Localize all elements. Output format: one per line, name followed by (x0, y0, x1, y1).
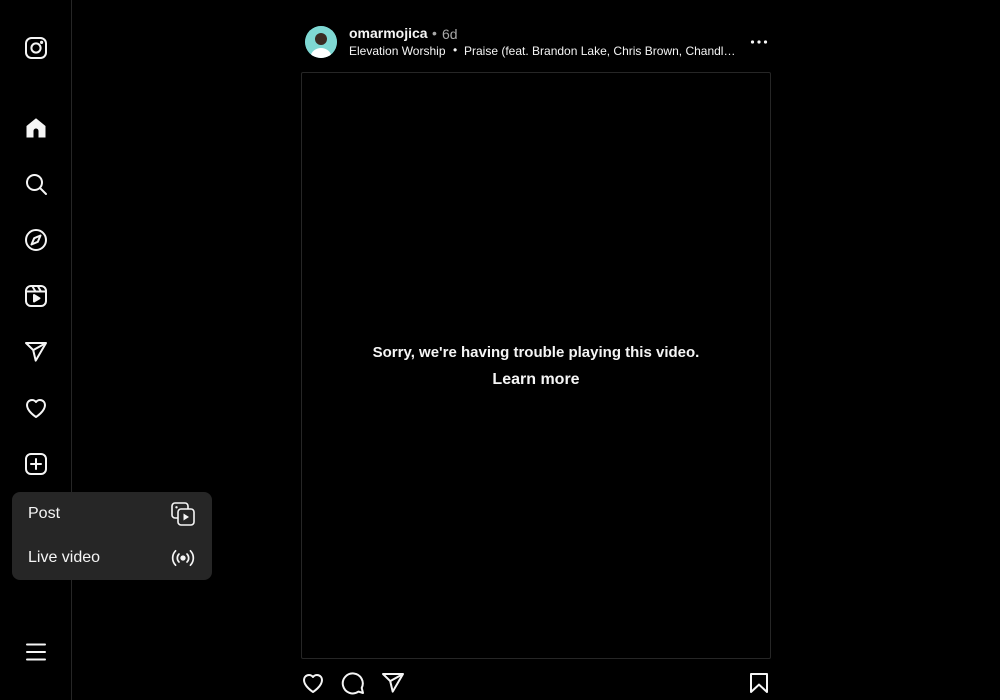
avatar[interactable] (305, 26, 337, 58)
more-options-icon[interactable] (749, 33, 769, 51)
search-icon[interactable] (24, 172, 48, 196)
comment-icon[interactable] (341, 671, 365, 695)
sidebar-nav (0, 0, 72, 700)
like-heart-icon[interactable] (301, 671, 325, 695)
post-time[interactable]: 6d (442, 26, 458, 42)
live-broadcast-icon (170, 545, 196, 571)
compass-icon[interactable] (24, 228, 48, 252)
paper-plane-icon[interactable] (24, 340, 48, 364)
video-player[interactable]: Sorry, we're having trouble playing this… (301, 72, 771, 659)
create-live-video-item[interactable]: Live video (12, 536, 212, 580)
post-media-icon (170, 501, 196, 527)
instagram-logo-icon[interactable] (24, 36, 48, 60)
header-separator: • (432, 25, 437, 41)
post-username[interactable]: omarmojica (349, 25, 428, 41)
learn-more-link[interactable]: Learn more (302, 371, 770, 389)
save-bookmark-icon[interactable] (747, 671, 771, 695)
create-post-item[interactable]: Post (12, 492, 212, 536)
plus-square-icon[interactable] (24, 452, 48, 476)
audio-separator: • (453, 43, 458, 57)
create-live-video-label: Live video (28, 549, 101, 566)
video-error-message: Sorry, we're having trouble playing this… (372, 344, 700, 361)
create-menu: Post Live video (12, 492, 212, 580)
hamburger-menu-icon[interactable] (24, 640, 48, 664)
reels-icon[interactable] (24, 284, 48, 308)
audio-track[interactable]: Praise (feat. Brandon Lake, Chris Brown,… (464, 44, 736, 58)
heart-icon[interactable] (24, 396, 48, 420)
home-icon[interactable] (24, 116, 48, 140)
share-paper-plane-icon[interactable] (381, 671, 405, 695)
create-post-label: Post (28, 505, 61, 522)
audio-artist[interactable]: Elevation Worship (349, 44, 446, 58)
